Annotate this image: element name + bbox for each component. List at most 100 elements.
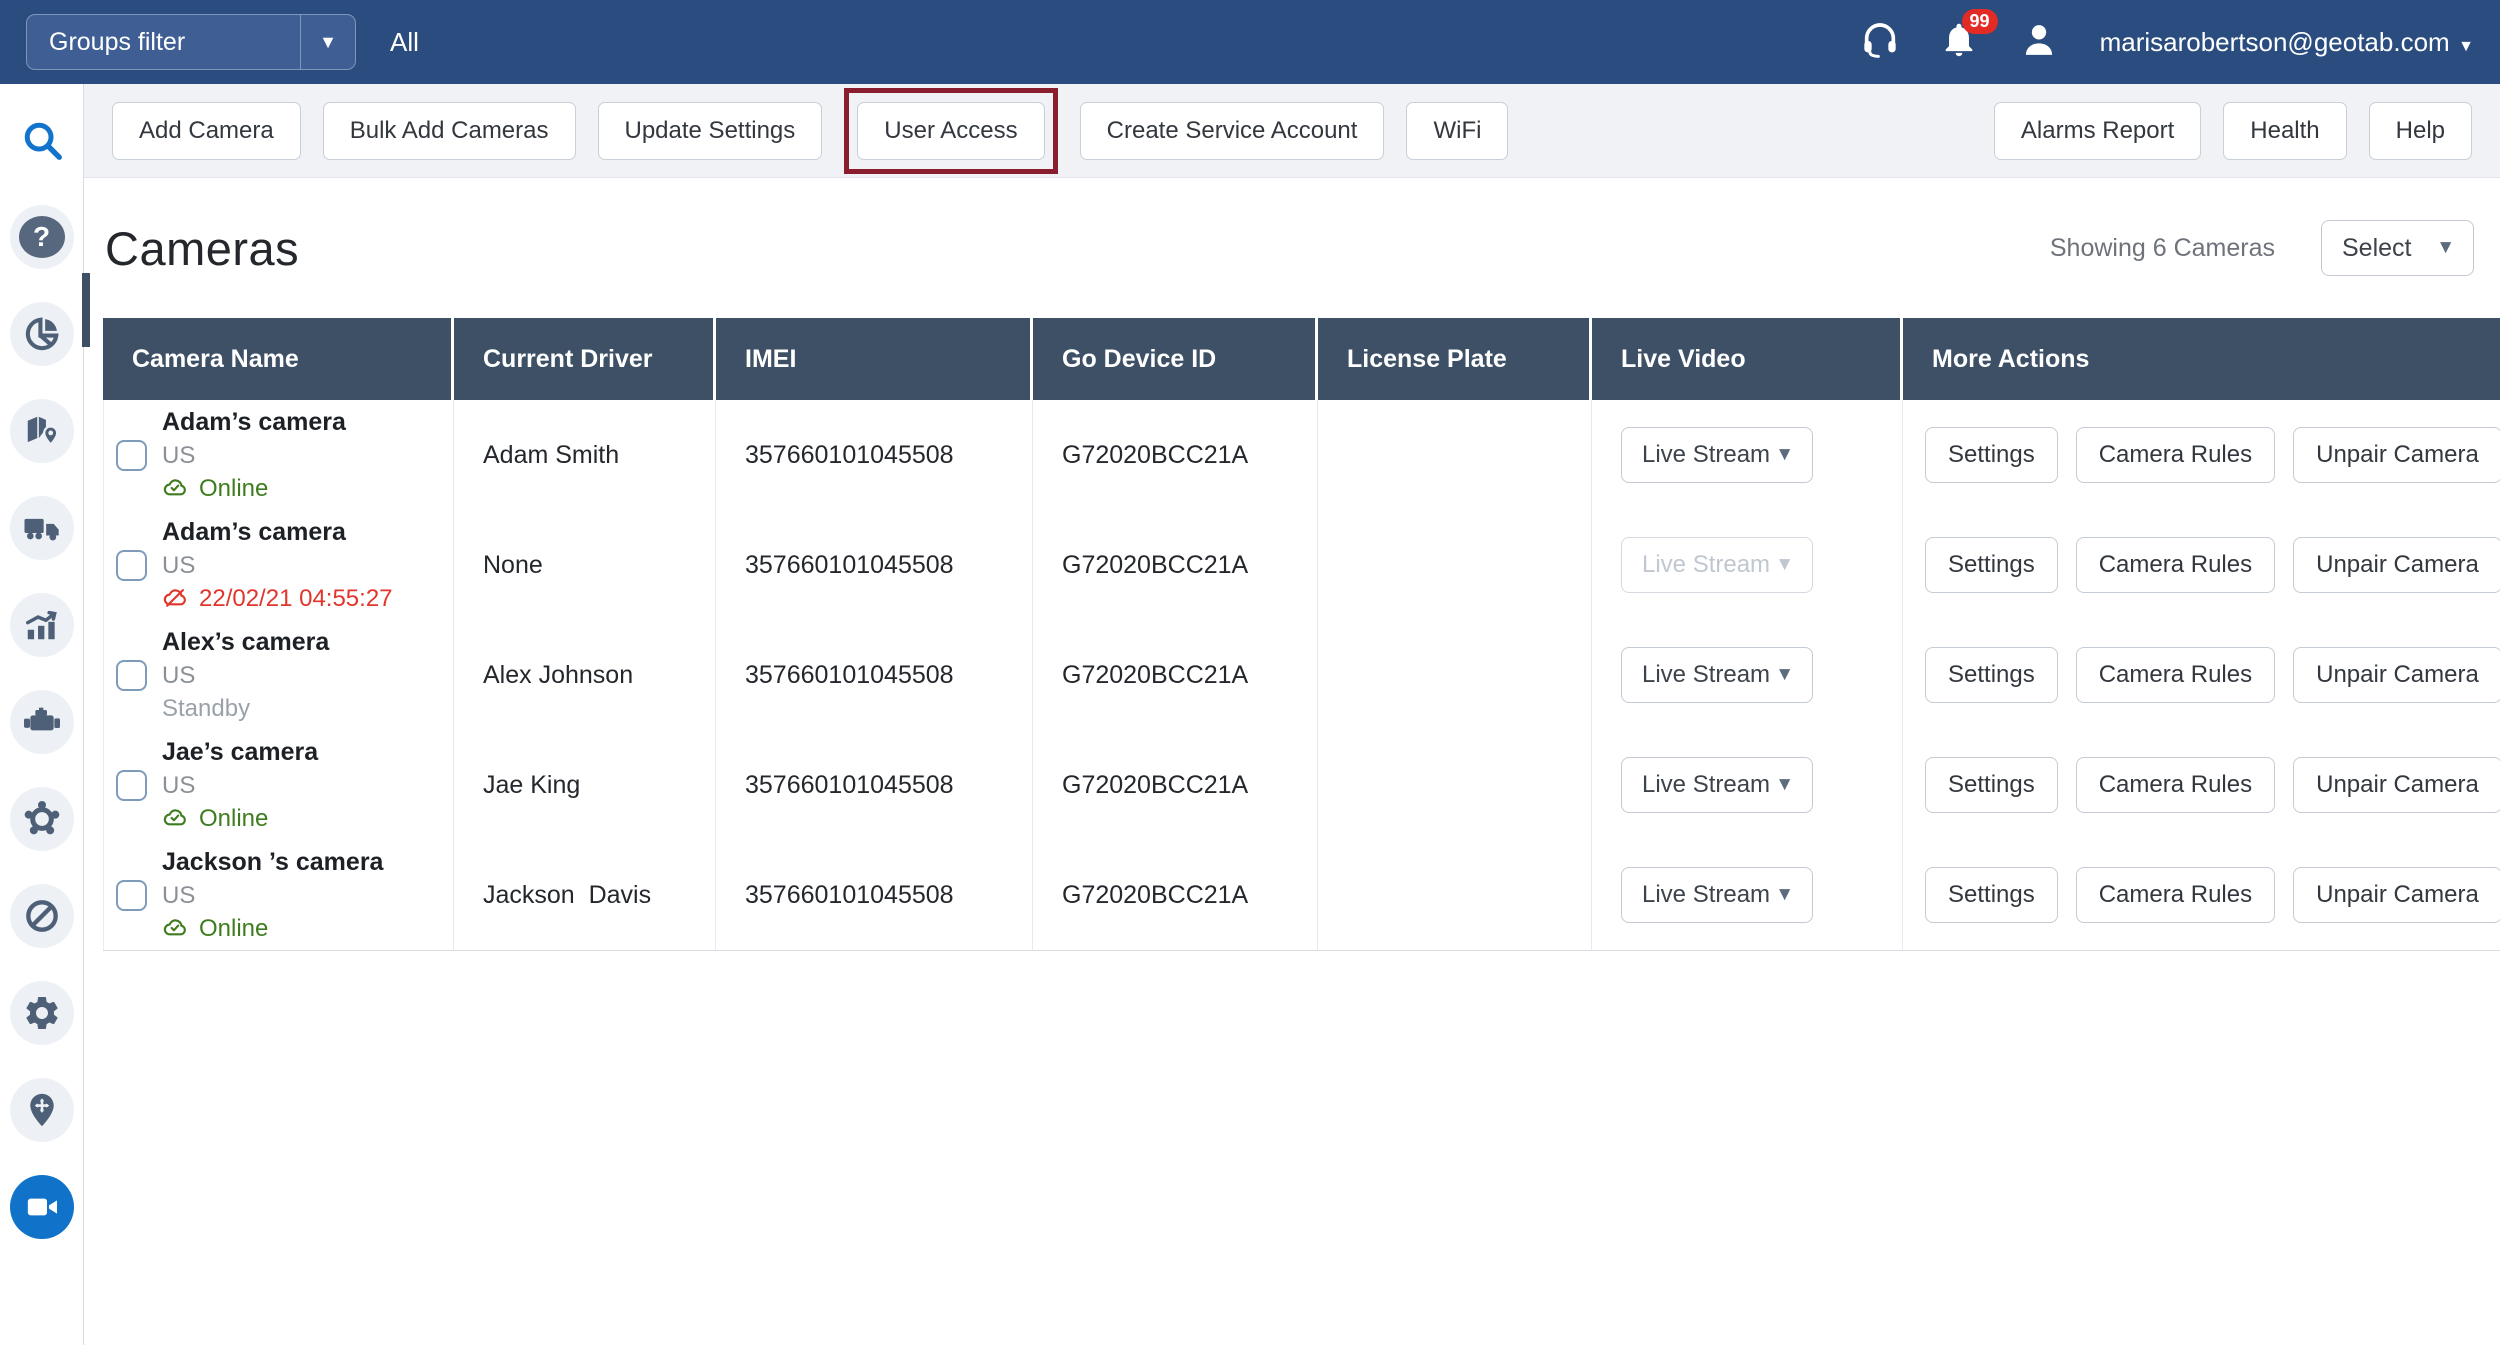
- help-icon[interactable]: ?: [10, 205, 74, 269]
- engine-icon[interactable]: [10, 690, 74, 754]
- current-driver-cell: Alex Johnson: [454, 620, 716, 730]
- zones-icon[interactable]: [10, 1078, 74, 1142]
- cloud-online-icon: [162, 915, 189, 942]
- row-checkbox[interactable]: [116, 440, 147, 471]
- addins-icon[interactable]: [10, 787, 74, 851]
- camera-name-cell: Alex’s camera US Standby: [103, 620, 454, 730]
- unpair-camera-button[interactable]: Unpair Camera: [2293, 537, 2500, 593]
- imei-cell: 357660101045508: [716, 510, 1033, 620]
- user-menu[interactable]: marisarobertson@geotab.com ▼: [2100, 27, 2474, 58]
- restricted-icon[interactable]: [10, 884, 74, 948]
- settings-icon[interactable]: [10, 981, 74, 1045]
- live-video-cell: Live Stream ▼: [1592, 400, 1903, 510]
- camera-rules-button[interactable]: Camera Rules: [2076, 537, 2275, 593]
- user-avatar-icon[interactable]: [2018, 19, 2060, 66]
- live-video-cell: Live Stream ▼: [1592, 620, 1903, 730]
- unpair-camera-button[interactable]: Unpair Camera: [2293, 867, 2500, 923]
- help-button[interactable]: Help: [2369, 102, 2472, 160]
- top-bar: Groups filter ▼ All 99 marisarobertson@g…: [0, 0, 2500, 84]
- camera-status: Online: [199, 475, 268, 503]
- camera-status: 22/02/21 04:55:27: [199, 585, 393, 613]
- alarms-report-button[interactable]: Alarms Report: [1994, 102, 2201, 160]
- camera-status-row: Standby: [162, 695, 329, 723]
- camera-rules-button[interactable]: Camera Rules: [2076, 647, 2275, 703]
- cameras-table: Camera Name Current Driver IMEI Go Devic…: [103, 318, 2500, 951]
- camera-group: US: [162, 442, 346, 470]
- camera-rules-button[interactable]: Camera Rules: [2076, 757, 2275, 813]
- settings-button[interactable]: Settings: [1925, 537, 2058, 593]
- productivity-icon[interactable]: [10, 302, 74, 366]
- search-icon[interactable]: [10, 108, 74, 172]
- activity-icon[interactable]: [10, 593, 74, 657]
- camera-name-cell: Jackson ’s camera US Online: [103, 840, 454, 950]
- camera-name: Alex’s camera: [162, 627, 329, 657]
- sidebar-nav: ?: [0, 84, 84, 1345]
- live-stream-dropdown[interactable]: Live Stream ▼: [1621, 537, 1813, 593]
- camera-group: US: [162, 882, 383, 910]
- table-row: Adam’s camera US 22/02/21 04:55:27 None …: [103, 510, 2500, 620]
- row-checkbox[interactable]: [116, 880, 147, 911]
- camera-name: Adam’s camera: [162, 517, 393, 547]
- live-video-cell: Live Stream ▼: [1592, 730, 1903, 840]
- more-actions-cell: Settings Camera Rules Unpair Camera: [1903, 840, 2500, 950]
- row-checkbox[interactable]: [116, 660, 147, 691]
- create-service-account-button[interactable]: Create Service Account: [1080, 102, 1385, 160]
- unpair-camera-button[interactable]: Unpair Camera: [2293, 647, 2500, 703]
- notifications-bell-icon[interactable]: 99: [1940, 21, 1978, 64]
- settings-button[interactable]: Settings: [1925, 647, 2058, 703]
- live-stream-label: Live Stream: [1642, 881, 1770, 909]
- imei-cell: 357660101045508: [716, 400, 1033, 510]
- live-stream-label: Live Stream: [1642, 551, 1770, 579]
- live-stream-dropdown[interactable]: Live Stream ▼: [1621, 427, 1813, 483]
- more-actions-cell: Settings Camera Rules Unpair Camera: [1903, 510, 2500, 620]
- table-row: Jae’s camera US Online Jae King 35766010…: [103, 730, 2500, 840]
- select-dropdown[interactable]: Select ▼: [2321, 220, 2474, 276]
- chevron-down-icon: ▼: [1775, 774, 1794, 796]
- column-header-more-actions: More Actions: [1903, 318, 2500, 400]
- table-row: Alex’s camera US Standby Alex Johnson 35…: [103, 620, 2500, 730]
- health-button[interactable]: Health: [2223, 102, 2346, 160]
- user-access-button[interactable]: User Access: [857, 102, 1044, 160]
- user-email: marisarobertson@geotab.com: [2100, 27, 2450, 57]
- go-device-id-cell: G72020BCC21A: [1033, 400, 1318, 510]
- notification-count-badge: 99: [1962, 9, 1998, 35]
- license-plate-cell: [1318, 620, 1592, 730]
- license-plate-cell: [1318, 840, 1592, 950]
- sidebar-scrollbar-thumb[interactable]: [82, 273, 90, 347]
- cloud-online-icon: [162, 805, 189, 832]
- camera-icon[interactable]: [10, 1175, 74, 1239]
- vehicles-icon[interactable]: [10, 496, 74, 560]
- chevron-down-icon: ▼: [1775, 884, 1794, 906]
- wifi-button[interactable]: WiFi: [1406, 102, 1508, 160]
- live-stream-dropdown[interactable]: Live Stream ▼: [1621, 647, 1813, 703]
- chevron-down-icon: ▼: [1775, 554, 1794, 576]
- unpair-camera-button[interactable]: Unpair Camera: [2293, 427, 2500, 483]
- unpair-camera-button[interactable]: Unpair Camera: [2293, 757, 2500, 813]
- camera-rules-button[interactable]: Camera Rules: [2076, 427, 2275, 483]
- row-checkbox[interactable]: [116, 770, 147, 801]
- row-checkbox[interactable]: [116, 550, 147, 581]
- chevron-down-icon: ▼: [1775, 444, 1794, 466]
- live-stream-label: Live Stream: [1642, 441, 1770, 469]
- update-settings-button[interactable]: Update Settings: [598, 102, 823, 160]
- table-row: Adam’s camera US Online Adam Smith 35766…: [103, 400, 2500, 510]
- live-video-cell: Live Stream ▼: [1592, 510, 1903, 620]
- map-icon[interactable]: [10, 399, 74, 463]
- add-camera-button[interactable]: Add Camera: [112, 102, 301, 160]
- select-dropdown-label: Select: [2342, 234, 2411, 263]
- settings-button[interactable]: Settings: [1925, 427, 2058, 483]
- settings-button[interactable]: Settings: [1925, 757, 2058, 813]
- go-device-id-cell: G72020BCC21A: [1033, 620, 1318, 730]
- cloud-online-icon: [162, 475, 189, 502]
- camera-status-row: Online: [162, 475, 346, 503]
- live-stream-dropdown[interactable]: Live Stream ▼: [1621, 867, 1813, 923]
- camera-status: Online: [199, 915, 268, 943]
- support-headset-icon[interactable]: [1860, 20, 1900, 65]
- live-stream-dropdown[interactable]: Live Stream ▼: [1621, 757, 1813, 813]
- question-mark-glyph: ?: [19, 216, 65, 258]
- chevron-down-icon[interactable]: ▼: [301, 32, 355, 53]
- bulk-add-cameras-button[interactable]: Bulk Add Cameras: [323, 102, 576, 160]
- groups-filter-select[interactable]: Groups filter ▼: [26, 14, 356, 70]
- camera-rules-button[interactable]: Camera Rules: [2076, 867, 2275, 923]
- settings-button[interactable]: Settings: [1925, 867, 2058, 923]
